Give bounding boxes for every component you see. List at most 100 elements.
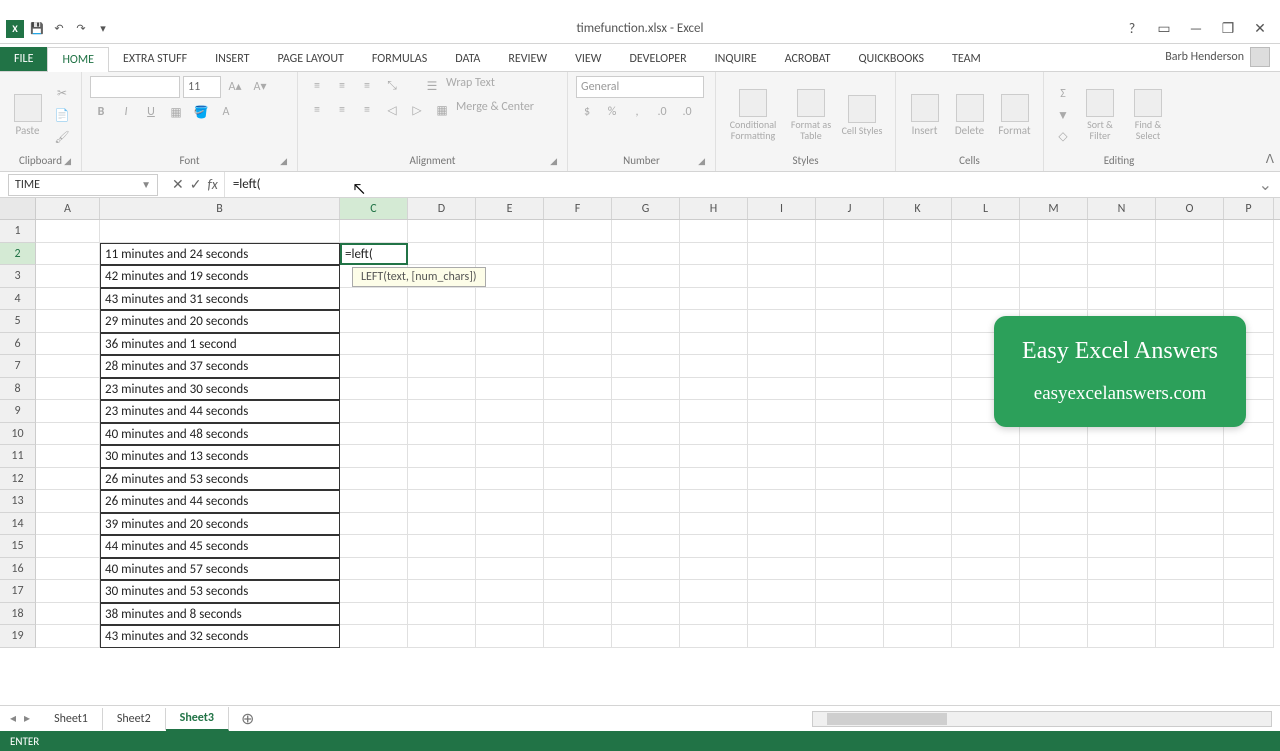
cell-D19[interactable] (408, 625, 476, 648)
cell-M16[interactable] (1020, 558, 1088, 581)
sort-filter-button[interactable]: Sort & Filter (1078, 89, 1122, 141)
cell-H19[interactable] (680, 625, 748, 648)
cell-F11[interactable] (544, 445, 612, 468)
cell-P1[interactable] (1224, 220, 1274, 243)
col-header-B[interactable]: B (100, 198, 340, 219)
col-header-G[interactable]: G (612, 198, 680, 219)
cell-M11[interactable] (1020, 445, 1088, 468)
cell-F19[interactable] (544, 625, 612, 648)
cell-I6[interactable] (748, 333, 816, 356)
tab-acrobat[interactable]: ACROBAT (771, 47, 845, 71)
cell-C6[interactable] (340, 333, 408, 356)
cell-A2[interactable] (36, 243, 100, 266)
cell-G18[interactable] (612, 603, 680, 626)
cell-I9[interactable] (748, 400, 816, 423)
cell-B8[interactable]: 23 minutes and 30 seconds (100, 378, 340, 401)
cell-O2[interactable] (1156, 243, 1224, 266)
cell-H16[interactable] (680, 558, 748, 581)
cell-G13[interactable] (612, 490, 680, 513)
cell-D16[interactable] (408, 558, 476, 581)
cell-M18[interactable] (1020, 603, 1088, 626)
cell-K18[interactable] (884, 603, 952, 626)
fill-color-icon[interactable]: 🪣 (190, 102, 212, 122)
decrease-decimal-icon[interactable]: .0 (676, 102, 698, 122)
cell-K17[interactable] (884, 580, 952, 603)
col-header-L[interactable]: L (952, 198, 1020, 219)
orientation-icon[interactable]: ⤡ (381, 76, 403, 96)
redo-icon[interactable]: ↷ (72, 20, 90, 38)
cell-A6[interactable] (36, 333, 100, 356)
col-header-J[interactable]: J (816, 198, 884, 219)
tab-inquire[interactable]: INQUIRE (701, 47, 771, 71)
tab-review[interactable]: REVIEW (494, 47, 561, 71)
col-header-N[interactable]: N (1088, 198, 1156, 219)
cell-L11[interactable] (952, 445, 1020, 468)
font-size-input[interactable] (183, 76, 221, 98)
cell-L16[interactable] (952, 558, 1020, 581)
cell-I3[interactable] (748, 265, 816, 288)
cell-G15[interactable] (612, 535, 680, 558)
cell-E3[interactable] (476, 265, 544, 288)
cancel-formula-icon[interactable]: ✕ (172, 176, 184, 193)
cell-D10[interactable] (408, 423, 476, 446)
align-center-icon[interactable]: ≡ (331, 100, 353, 120)
formula-input[interactable]: =left( (225, 177, 1251, 192)
row-header-6[interactable]: 6 (0, 333, 36, 356)
cell-K3[interactable] (884, 265, 952, 288)
cell-P11[interactable] (1224, 445, 1274, 468)
cell-G8[interactable] (612, 378, 680, 401)
horizontal-scrollbar[interactable] (812, 711, 1272, 727)
cell-E1[interactable] (476, 220, 544, 243)
insert-cells-button[interactable]: Insert (904, 94, 945, 137)
cell-E5[interactable] (476, 310, 544, 333)
cell-A18[interactable] (36, 603, 100, 626)
cell-N13[interactable] (1088, 490, 1156, 513)
col-header-C[interactable]: C (340, 198, 408, 219)
cell-O13[interactable] (1156, 490, 1224, 513)
cell-N2[interactable] (1088, 243, 1156, 266)
cell-D15[interactable] (408, 535, 476, 558)
row-header-17[interactable]: 17 (0, 580, 36, 603)
cell-J9[interactable] (816, 400, 884, 423)
cell-D6[interactable] (408, 333, 476, 356)
cell-B17[interactable]: 30 minutes and 53 seconds (100, 580, 340, 603)
cell-F3[interactable] (544, 265, 612, 288)
cell-A11[interactable] (36, 445, 100, 468)
cell-K10[interactable] (884, 423, 952, 446)
col-header-K[interactable]: K (884, 198, 952, 219)
cell-E15[interactable] (476, 535, 544, 558)
cell-L4[interactable] (952, 288, 1020, 311)
qat-more-icon[interactable]: ▾ (94, 20, 112, 38)
cell-I1[interactable] (748, 220, 816, 243)
align-middle-icon[interactable]: ≡ (331, 76, 353, 96)
cell-K14[interactable] (884, 513, 952, 536)
cell-C12[interactable] (340, 468, 408, 491)
cell-G17[interactable] (612, 580, 680, 603)
cell-E8[interactable] (476, 378, 544, 401)
format-cells-button[interactable]: Format (994, 94, 1035, 137)
col-header-A[interactable]: A (36, 198, 100, 219)
row-header-11[interactable]: 11 (0, 445, 36, 468)
cell-H13[interactable] (680, 490, 748, 513)
tab-insert[interactable]: INSERT (201, 47, 263, 71)
merge-center-button[interactable]: Merge & Center (456, 100, 534, 120)
dialog-launcher-icon[interactable]: ◢ (64, 156, 71, 167)
sheet-tab-sheet1[interactable]: Sheet1 (40, 708, 103, 730)
fill-icon[interactable]: ▼ (1052, 105, 1074, 125)
cell-C10[interactable] (340, 423, 408, 446)
cell-J16[interactable] (816, 558, 884, 581)
cell-N18[interactable] (1088, 603, 1156, 626)
delete-cells-button[interactable]: Delete (949, 94, 990, 137)
cell-H17[interactable] (680, 580, 748, 603)
cell-K16[interactable] (884, 558, 952, 581)
cell-K1[interactable] (884, 220, 952, 243)
col-header-I[interactable]: I (748, 198, 816, 219)
cell-J6[interactable] (816, 333, 884, 356)
cell-F16[interactable] (544, 558, 612, 581)
cell-H6[interactable] (680, 333, 748, 356)
paste-button[interactable]: Paste (8, 94, 47, 137)
cell-M19[interactable] (1020, 625, 1088, 648)
cell-M14[interactable] (1020, 513, 1088, 536)
cell-E14[interactable] (476, 513, 544, 536)
dialog-launcher-icon[interactable]: ◢ (280, 156, 287, 167)
